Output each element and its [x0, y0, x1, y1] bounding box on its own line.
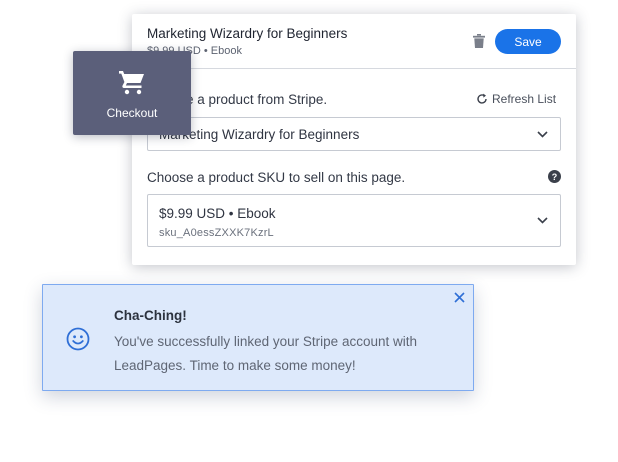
product-card: Marketing Wizardry for Beginners $9.99 U…	[132, 14, 576, 265]
refresh-icon	[477, 93, 487, 104]
notification-title: Cha-Ching!	[114, 308, 187, 323]
chevron-down-icon	[537, 131, 548, 138]
refresh-list-link[interactable]: Refresh List	[476, 92, 556, 106]
product-title: Marketing Wizardry for Beginners	[147, 26, 348, 41]
close-icon[interactable]	[454, 292, 465, 303]
sku-select[interactable]: $9.99 USD • Ebook sku_A0essZXXK7KzrL	[147, 194, 561, 247]
refresh-list-label: Refresh List	[492, 92, 557, 106]
card-header: Marketing Wizardry for Beginners $9.99 U…	[132, 14, 576, 69]
sku-select-id: sku_A0essZXXK7KzrL	[159, 227, 274, 239]
chevron-down-icon	[537, 217, 548, 224]
product-select[interactable]: Marketing Wizardry for Beginners	[147, 117, 561, 151]
smile-icon	[66, 327, 90, 351]
checkout-tile[interactable]: Checkout	[73, 51, 191, 135]
save-button[interactable]: Save	[495, 29, 561, 54]
checkout-label: Checkout	[106, 106, 158, 120]
help-icon[interactable]: ?	[548, 170, 561, 183]
trash-icon[interactable]	[473, 34, 485, 48]
success-notification: Cha-Ching! You've successfully linked yo…	[42, 284, 474, 391]
notification-message: You've successfully linked your Stripe a…	[114, 334, 417, 373]
sku-select-value: $9.99 USD • Ebook	[159, 206, 276, 221]
sku-label: Choose a product SKU to sell on this pag…	[147, 170, 406, 185]
cart-icon	[119, 71, 144, 95]
